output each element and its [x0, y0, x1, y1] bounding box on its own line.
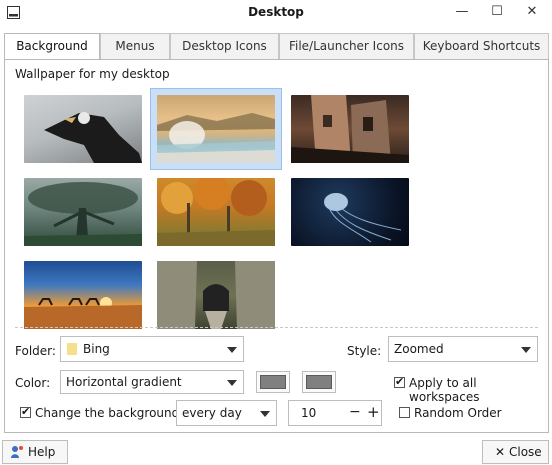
- chevron-down-icon: [227, 380, 237, 386]
- wallpaper-hot-spring[interactable]: [157, 95, 275, 163]
- style-select[interactable]: Zoomed: [388, 336, 538, 362]
- title-bar: Desktop — ☐ ✕: [0, 0, 552, 26]
- wallpaper-jellyfish[interactable]: [291, 178, 409, 246]
- folder-icon: [67, 343, 77, 355]
- color1-button[interactable]: [256, 371, 290, 393]
- check-icon: ✔: [21, 405, 31, 418]
- random-order-label: Random Order: [414, 406, 502, 420]
- wallpaper-condor[interactable]: [24, 95, 142, 163]
- check-icon: ✔: [395, 375, 405, 388]
- wallpaper-old-building[interactable]: [291, 95, 409, 163]
- wallpaper-section-label: Wallpaper for my desktop: [15, 67, 170, 81]
- chevron-down-icon: [227, 347, 237, 353]
- close-button[interactable]: ✕ Close: [482, 440, 549, 464]
- maximize-button[interactable]: ☐: [485, 2, 509, 22]
- interval-value: every day: [182, 406, 242, 420]
- wallpaper-desert-camels[interactable]: [24, 261, 142, 329]
- color-mode-value: Horizontal gradient: [66, 375, 182, 389]
- style-label: Style:: [347, 344, 382, 358]
- random-order-checkbox[interactable]: ✔: [399, 407, 410, 418]
- close-label: Close: [509, 445, 542, 459]
- help-icon: [11, 446, 23, 458]
- interval-number-value: 10: [301, 406, 317, 420]
- folder-label: Folder:: [15, 344, 56, 358]
- close-window-button[interactable]: ✕: [520, 2, 544, 22]
- close-icon: ✕: [495, 445, 506, 459]
- tab-desktop-icons[interactable]: Desktop Icons: [170, 33, 279, 59]
- help-button[interactable]: Help: [2, 440, 68, 464]
- tab-bar: Background Menus Desktop Icons File/Laun…: [4, 33, 549, 60]
- color2-swatch: [306, 375, 332, 389]
- folder-value: Bing: [83, 342, 110, 356]
- folder-select[interactable]: Bing: [60, 336, 244, 362]
- color-mode-select[interactable]: Horizontal gradient: [60, 370, 244, 394]
- color2-button[interactable]: [302, 371, 336, 393]
- wallpaper-foggy-tree[interactable]: [24, 178, 142, 246]
- change-background-checkbox[interactable]: ✔: [20, 405, 31, 418]
- tab-background[interactable]: Background: [4, 33, 100, 60]
- help-label: Help: [28, 445, 56, 459]
- plus-icon[interactable]: +: [367, 403, 380, 421]
- color-label: Color:: [15, 376, 51, 390]
- divider: [15, 327, 538, 328]
- interval-select[interactable]: every day: [176, 400, 277, 426]
- tab-menus[interactable]: Menus: [100, 33, 170, 59]
- chevron-down-icon: [521, 347, 531, 353]
- wallpaper-autumn-forest[interactable]: [157, 178, 275, 246]
- tab-file-launcher-icons[interactable]: File/Launcher Icons: [279, 33, 414, 59]
- interval-number-spinbox[interactable]: 10 − +: [288, 400, 382, 426]
- tab-keyboard-shortcuts[interactable]: Keyboard Shortcuts: [414, 33, 549, 59]
- color1-swatch: [260, 375, 286, 389]
- chevron-down-icon: [260, 411, 270, 417]
- wallpaper-rock-tunnel[interactable]: [157, 261, 275, 329]
- apply-all-label: Apply to all workspaces: [409, 376, 480, 404]
- style-value: Zoomed: [394, 342, 444, 356]
- minus-icon[interactable]: −: [349, 404, 361, 420]
- apply-all-checkbox[interactable]: ✔: [394, 375, 405, 388]
- background-panel: Wallpaper for my desktop Folder: Bing St…: [4, 59, 549, 433]
- minimize-button[interactable]: —: [450, 2, 474, 22]
- change-background-label: Change the background: [35, 406, 180, 420]
